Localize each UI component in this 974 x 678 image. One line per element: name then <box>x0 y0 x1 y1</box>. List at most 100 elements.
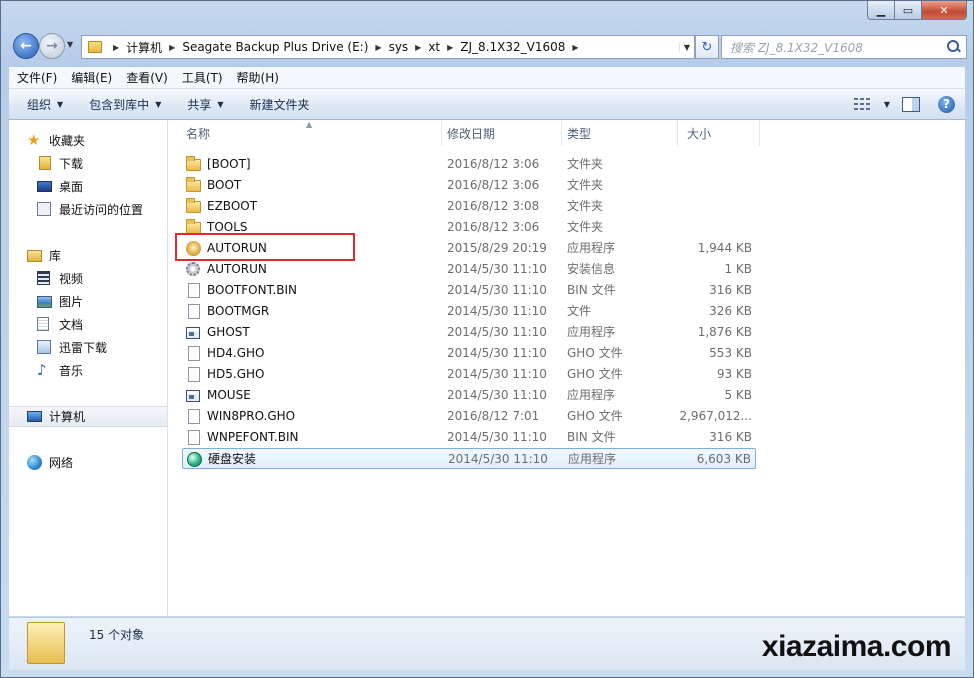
change-view-icon[interactable] <box>853 98 870 110</box>
preview-pane-icon[interactable] <box>902 96 920 112</box>
file-name: GHOST <box>207 325 250 339</box>
library-icon <box>27 250 42 262</box>
column-type-label: 类型 <box>567 126 592 141</box>
chevron-right-icon[interactable]: ▶ <box>447 43 453 52</box>
file-type: GHO 文件 <box>567 409 623 423</box>
help-icon[interactable]: ? <box>938 95 955 113</box>
desktop-icon <box>37 181 52 192</box>
menu-help[interactable]: 帮助(H) <box>229 69 285 86</box>
file-row[interactable]: 硬盘安装 2014/5/30 11:10 应用程序 6,603 KB <box>182 448 756 469</box>
chevron-right-icon[interactable]: ▶ <box>375 43 381 52</box>
chevron-down-icon: ▼ <box>155 99 162 109</box>
include-in-library-button[interactable]: 包含到库中 ▼ <box>81 96 169 113</box>
column-size-label: 大小 <box>687 126 712 141</box>
forward-button[interactable]: → <box>39 33 65 59</box>
menu-view[interactable]: 查看(V) <box>118 69 174 86</box>
file-modified-date: 2016/8/12 3:06 <box>447 220 540 234</box>
file-modified-date: 2014/5/30 11:10 <box>447 346 547 360</box>
file-modified-date: 2014/5/30 11:10 <box>447 388 547 402</box>
file-icon-slot <box>186 367 201 382</box>
share-button[interactable]: 共享 ▼ <box>179 96 231 113</box>
music-note-icon: ♪ <box>37 361 47 379</box>
file-icon <box>188 409 200 424</box>
file-row[interactable]: MOUSE 2014/5/30 11:10 应用程序 5 KB <box>182 385 756 406</box>
search-box[interactable]: 搜索 ZJ_8.1X32_V1608 <box>721 35 967 59</box>
nav-computer[interactable]: 计算机 <box>9 406 167 427</box>
chevron-right-icon[interactable]: ▶ <box>113 43 119 52</box>
file-row[interactable]: GHOST 2014/5/30 11:10 应用程序 1,876 KB <box>182 322 756 343</box>
new-folder-button[interactable]: 新建文件夹 <box>242 96 318 113</box>
file-size: 5 KB <box>724 388 752 402</box>
file-size: 2,967,012... <box>679 409 752 423</box>
search-input[interactable]: 搜索 ZJ_8.1X32_V1608 <box>722 39 946 56</box>
minimize-button[interactable]: ▁ <box>867 1 895 20</box>
file-icon-slot <box>186 430 201 445</box>
documents-icon <box>37 317 49 331</box>
file-row[interactable]: HD4.GHO 2014/5/30 11:10 GHO 文件 553 KB <box>182 343 756 364</box>
file-row[interactable]: HD5.GHO 2014/5/30 11:10 GHO 文件 93 KB <box>182 364 756 385</box>
star-icon: ★ <box>27 131 41 149</box>
nav-favorites[interactable]: ★ 收藏夹 <box>27 130 185 150</box>
navigation-bar: ← → ▼ ▶ 计算机 ▶ Seagate Backup Plus Drive … <box>9 31 967 61</box>
breadcrumb-computer[interactable]: 计算机 <box>126 39 162 56</box>
column-header-name[interactable]: 名称 <box>186 120 442 146</box>
menu-tools[interactable]: 工具(T) <box>174 69 229 86</box>
chevron-right-icon[interactable]: ▶ <box>572 43 578 52</box>
nav-libraries[interactable]: 库 <box>27 245 185 265</box>
view-options-chevron-icon[interactable]: ▼ <box>884 100 890 109</box>
file-list: 名称 ▲ 修改日期 类型 大小 [BOOT] 2016/8/12 3:06 文件夹 B… <box>168 120 965 616</box>
file-type: 文件夹 <box>567 157 604 171</box>
recent-pages-dropdown[interactable]: ▼ <box>67 40 73 49</box>
close-button[interactable]: ✕ <box>922 1 967 20</box>
folder-icon <box>27 622 65 664</box>
file-size: 1,944 KB <box>697 241 752 255</box>
file-modified-date: 2016/8/12 7:01 <box>447 409 540 423</box>
nav-pictures-label: 图片 <box>59 294 84 309</box>
search-icon[interactable] <box>946 40 960 54</box>
file-row[interactable]: BOOTMGR 2014/5/30 11:10 文件 326 KB <box>182 301 756 322</box>
refresh-button[interactable]: ↻ <box>695 35 719 59</box>
file-row[interactable]: BOOTFONT.BIN 2014/5/30 11:10 BIN 文件 316 KB <box>182 280 756 301</box>
pictures-icon <box>37 296 52 308</box>
file-row[interactable]: [BOOT] 2016/8/12 3:06 文件夹 <box>182 154 756 175</box>
file-row[interactable]: EZBOOT 2016/8/12 3:08 文件夹 <box>182 196 756 217</box>
breadcrumb-current-folder[interactable]: ZJ_8.1X32_V1608 <box>460 40 565 54</box>
breadcrumb-xt[interactable]: xt <box>428 40 440 54</box>
app-window-icon <box>186 390 200 402</box>
column-header-size[interactable]: 大小 <box>687 120 760 146</box>
file-row[interactable]: WNPEFONT.BIN 2014/5/30 11:10 BIN 文件 316 KB <box>182 427 756 448</box>
nav-network[interactable]: 网络 <box>27 452 185 472</box>
column-header-date[interactable]: 修改日期 <box>447 120 562 146</box>
details-pane: 15 个对象 xiazaima.com <box>9 617 965 670</box>
command-bar: 组织 ▼ 包含到库中 ▼ 共享 ▼ 新建文件夹 ▼ ? <box>9 89 965 120</box>
nav-desktop-label: 桌面 <box>59 179 84 194</box>
address-history-dropdown[interactable]: ▼ <box>679 42 694 52</box>
file-name: EZBOOT <box>207 199 258 213</box>
address-bar[interactable]: ▶ 计算机 ▶ Seagate Backup Plus Drive (E:) ▶… <box>81 35 695 59</box>
column-header-type[interactable]: 类型 <box>567 120 678 146</box>
chevron-right-icon[interactable]: ▶ <box>169 43 175 52</box>
organize-button[interactable]: 组织 ▼ <box>19 96 71 113</box>
file-type: 文件夹 <box>567 178 604 192</box>
menu-file[interactable]: 文件(F) <box>9 69 63 86</box>
app-window-icon <box>186 327 200 339</box>
chevron-right-icon[interactable]: ▶ <box>415 43 421 52</box>
file-row[interactable]: WIN8PRO.GHO 2016/8/12 7:01 GHO 文件 2,967,012… <box>182 406 756 427</box>
nav-favorites-label: 收藏夹 <box>49 133 86 148</box>
maximize-button[interactable]: ▭ <box>895 1 922 20</box>
item-count: 15 个对象 <box>89 628 145 642</box>
file-row[interactable]: AUTORUN 2014/5/30 11:10 安装信息 1 KB <box>182 259 756 280</box>
video-icon <box>37 271 50 285</box>
back-button[interactable]: ← <box>13 33 39 59</box>
breadcrumb-drive[interactable]: Seagate Backup Plus Drive (E:) <box>182 40 368 54</box>
menu-bar: 文件(F) 编辑(E) 查看(V) 工具(T) 帮助(H) <box>9 67 965 89</box>
file-icon <box>188 430 200 445</box>
sort-ascending-icon: ▲ <box>306 120 313 129</box>
breadcrumb-sys[interactable]: sys <box>389 40 409 54</box>
menu-edit[interactable]: 编辑(E) <box>63 69 118 86</box>
computer-icon <box>27 410 42 422</box>
file-row[interactable]: BOOT 2016/8/12 3:06 文件夹 <box>182 175 756 196</box>
file-icon-slot <box>186 262 201 277</box>
file-type: GHO 文件 <box>567 367 623 381</box>
nav-recent-label: 最近访问的位置 <box>59 202 144 217</box>
